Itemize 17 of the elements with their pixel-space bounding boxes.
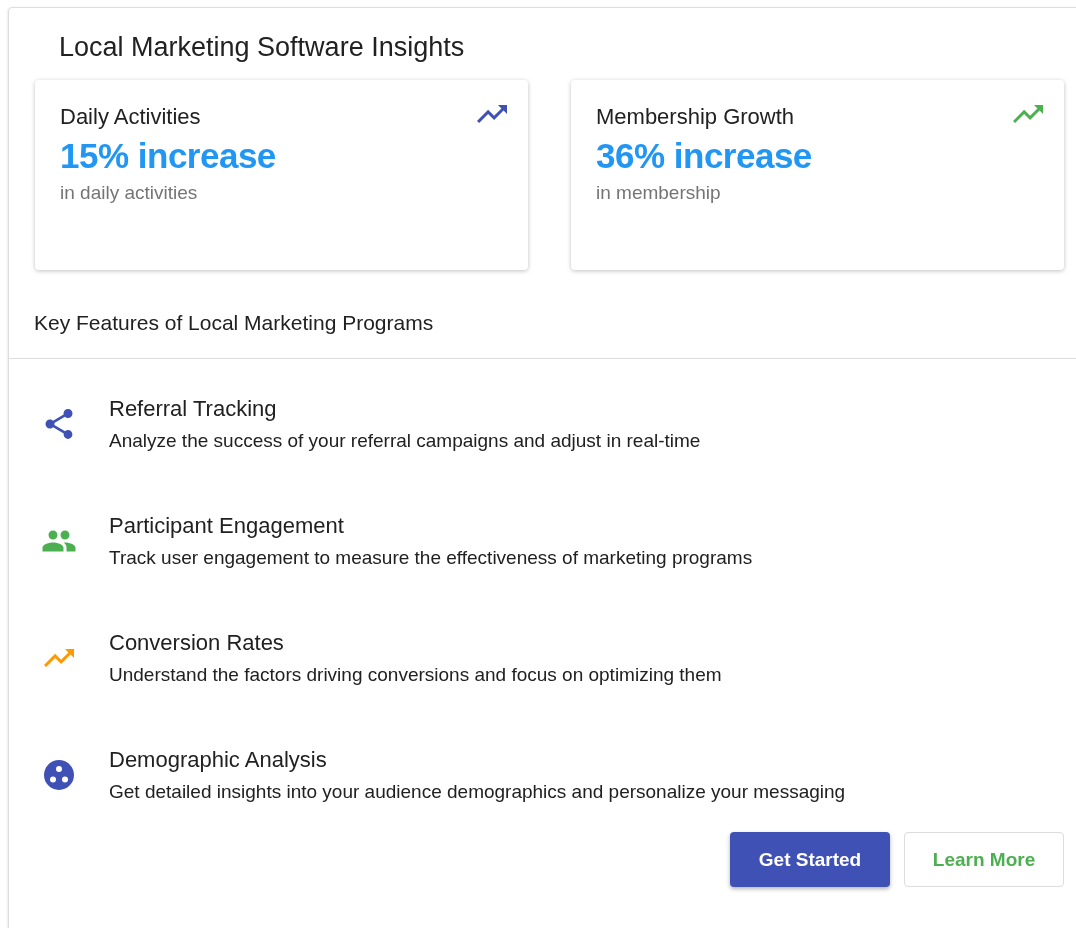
- feature-description: Analyze the success of your referral campaigns and adjust in real-time: [109, 430, 701, 452]
- stat-value: 36% increase: [596, 136, 812, 176]
- stat-label: Daily Activities: [60, 104, 202, 130]
- card-title: Local Marketing Software Insights: [59, 32, 466, 63]
- feature-description: Get detailed insights into your audience demographics and personalize your messaging: [109, 781, 846, 803]
- stat-caption: in membership: [596, 182, 722, 204]
- get-started-button[interactable]: Get Started: [730, 832, 890, 887]
- feature-description: Track user engagement to measure the effectiveness of marketing programs: [109, 547, 753, 569]
- feature-title: Conversion Rates: [109, 630, 285, 656]
- feature-description: Understand the factors driving conversions and focus on optimizing them: [109, 664, 722, 686]
- stat-label: Membership Growth: [596, 104, 796, 130]
- stat-caption: in daily activities: [60, 182, 199, 204]
- feature-title: Participant Engagement: [109, 513, 345, 539]
- section-heading: Key Features of Local Marketing Programs: [34, 311, 435, 335]
- stat-value: 15% increase: [60, 136, 276, 176]
- feature-title: Referral Tracking: [109, 396, 278, 422]
- feature-title: Demographic Analysis: [109, 747, 328, 773]
